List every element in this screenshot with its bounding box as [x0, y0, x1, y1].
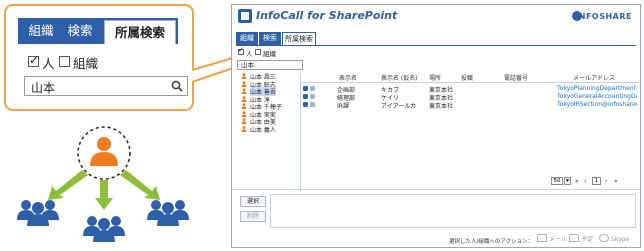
pager-last[interactable]: »	[614, 178, 618, 185]
action-skype-button[interactable]: Skype	[599, 234, 629, 245]
action-label: 選択した人/組織へのアクション：	[449, 239, 534, 245]
person-icon	[241, 80, 247, 87]
arrow-right-icon	[120, 170, 160, 200]
org-icon	[310, 86, 315, 91]
pager-next[interactable]: ›	[605, 178, 607, 185]
column-header-display-name[interactable]: 表示名	[339, 73, 357, 82]
skype-icon	[599, 234, 609, 242]
tab-org[interactable]: 組織	[236, 32, 258, 45]
action-schedule-label: 予定	[581, 236, 594, 243]
app-logo-icon	[238, 9, 252, 23]
directory-grid: 表示名 表示名 (仮名) 場所 役職 電話番号 メールアドレス 企画部 キカブ 東京…	[300, 73, 639, 191]
person-icon	[241, 88, 247, 94]
info-icon[interactable]	[303, 86, 308, 91]
column-header-email[interactable]: メールアドレス	[573, 73, 615, 82]
action-mail-label: メール	[549, 236, 568, 243]
brand-name: INFOSHARE	[575, 12, 632, 21]
mail-icon	[537, 234, 547, 242]
person-icon	[241, 125, 247, 132]
arrow-down-icon	[95, 180, 113, 210]
column-header-phone[interactable]: 電話番号	[504, 73, 528, 82]
org-icon	[310, 102, 315, 107]
tab-search[interactable]: 検索	[259, 32, 281, 45]
people-list-item[interactable]: 山本 義人	[250, 125, 276, 134]
column-header-title[interactable]: 役職	[461, 73, 473, 82]
person-icon	[241, 103, 247, 109]
arrow-left-icon	[48, 170, 88, 200]
action-schedule-button[interactable]: 予定	[569, 234, 593, 245]
table-cell-kana: アイアールカ	[381, 103, 417, 110]
info-icon[interactable]	[303, 94, 308, 99]
table-cell-name: IR課	[337, 103, 349, 110]
org-icon	[310, 94, 315, 99]
select-button[interactable]: 選択	[240, 196, 266, 207]
table-row[interactable]: 経理部 ケイリ 東京本社 TokyoGeneralAccountingDe...	[301, 93, 639, 102]
table-cell-place: 東京本社	[429, 103, 454, 110]
window-tab-bar: 組織 検索 所属検索	[236, 32, 636, 46]
person-checkbox[interactable]	[238, 46, 244, 55]
person-label: 人	[246, 50, 253, 58]
column-header-kana[interactable]: 表示名 (仮名)	[381, 73, 418, 82]
app-title: InfoCall for SharePoint	[256, 9, 398, 22]
pager-first[interactable]: «	[575, 178, 579, 185]
person-icon	[241, 110, 247, 117]
tab-affiliation-search[interactable]: 所属検索	[282, 32, 316, 45]
search-input-value: 山本	[241, 61, 254, 69]
table-cell-mail[interactable]: TokyoPlanningDepartment...	[557, 85, 637, 92]
page-size-select[interactable]: 50	[551, 177, 563, 185]
org-label: 組織	[263, 50, 276, 58]
infocall-window: InfoCall for SharePoint INFOSHARE 組織 検索 …	[231, 4, 641, 248]
person-icon	[241, 95, 247, 102]
org-checkbox[interactable]	[255, 49, 261, 55]
table-cell-mail[interactable]: TokyoIRSection@infoshared...	[557, 101, 637, 108]
action-mail-button[interactable]: メール	[537, 234, 567, 245]
calendar-icon	[569, 234, 579, 242]
group-left-icon	[17, 200, 59, 226]
search-input[interactable]: 山本	[237, 60, 303, 70]
column-header-place[interactable]: 場所	[429, 73, 441, 82]
page-size-dropdown-icon[interactable]: ▾	[564, 177, 571, 185]
group-center-icon	[83, 216, 125, 242]
window-header: InfoCall for SharePoint INFOSHARE	[232, 5, 640, 29]
action-skype-label: Skype	[611, 236, 630, 243]
person-icon	[241, 73, 247, 79]
table-row[interactable]: 企画部 キカブ 東京本社 TokyoPlanningDepartment...	[301, 85, 639, 94]
person-icon	[241, 118, 247, 124]
people-result-list: 山本 昌三 山本 聡志 山本 善吾 山本 淳山本 千穂子 山本 実実 山本 由美 山本 義人	[236, 72, 298, 184]
table-row[interactable]: IR課 アイアールカ 東京本社 TokyoIRSection@infoshared..…	[301, 101, 639, 110]
group-right-icon	[147, 200, 189, 226]
table-cell-mail[interactable]: TokyoGeneralAccountingDe...	[557, 93, 637, 100]
header-divider	[301, 82, 639, 83]
selected-items-box[interactable]	[270, 194, 636, 228]
pager-page-number[interactable]: 1	[592, 177, 601, 185]
bottom-divider	[232, 189, 640, 190]
delete-button[interactable]: 削除	[240, 211, 266, 222]
info-icon[interactable]	[303, 102, 308, 107]
people-diagram	[17, 126, 189, 242]
pager-prev[interactable]: ‹	[584, 178, 586, 185]
